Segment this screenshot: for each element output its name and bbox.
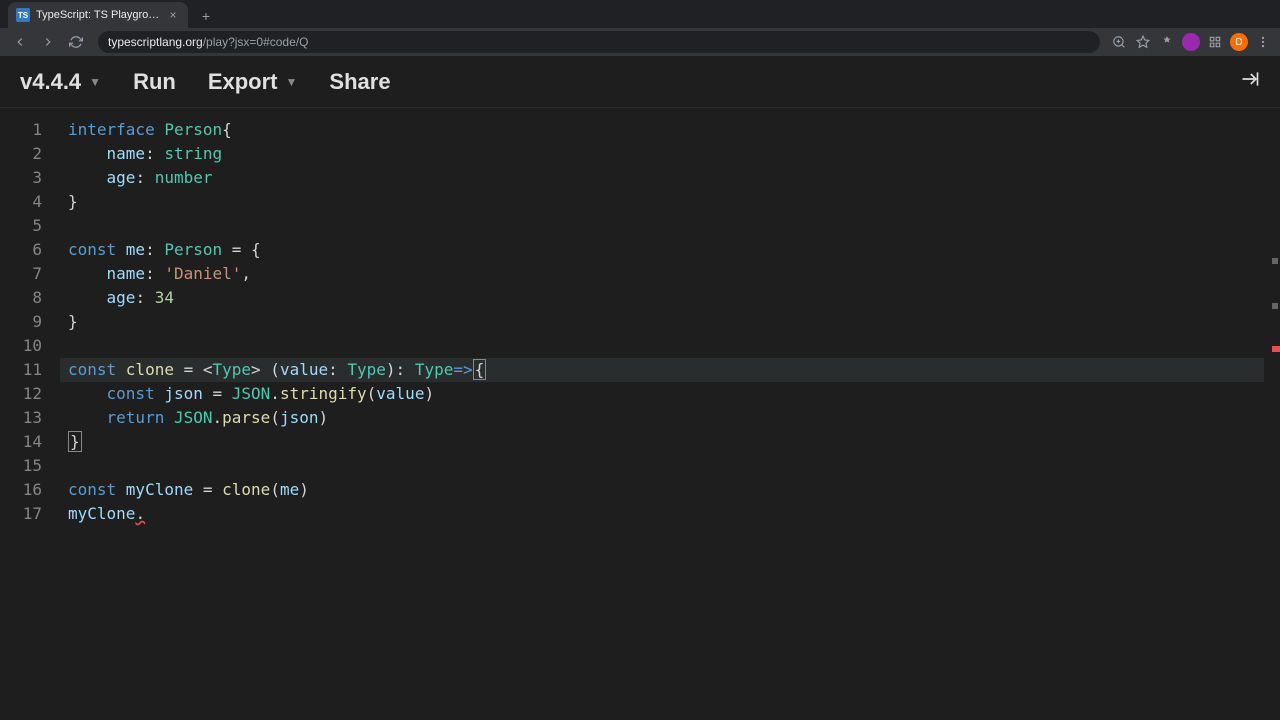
- line-number: 6: [0, 238, 60, 262]
- code-line[interactable]: const myClone = clone(me): [60, 478, 1264, 502]
- menu-icon[interactable]: [1254, 33, 1272, 51]
- code-line[interactable]: }: [60, 190, 1264, 214]
- code-line[interactable]: [60, 214, 1264, 238]
- minimap-marker: [1272, 303, 1278, 309]
- minimap-marker: [1272, 258, 1278, 264]
- code-line[interactable]: age: 34: [60, 286, 1264, 310]
- line-number: 11: [0, 358, 60, 382]
- line-number: 3: [0, 166, 60, 190]
- version-label: v4.4.4: [20, 69, 81, 95]
- reload-button[interactable]: [64, 30, 88, 54]
- line-number: 9: [0, 310, 60, 334]
- line-number: 13: [0, 406, 60, 430]
- zoom-icon[interactable]: [1110, 33, 1128, 51]
- code-area[interactable]: interface Person{ name: string age: numb…: [60, 108, 1264, 720]
- line-number: 7: [0, 262, 60, 286]
- collapse-panel-button[interactable]: [1240, 69, 1260, 94]
- code-line[interactable]: }: [60, 430, 1264, 454]
- run-button[interactable]: Run: [133, 69, 176, 95]
- url-bar[interactable]: typescriptlang.org/play?jsx=0#code/Q: [98, 31, 1100, 53]
- line-number: 16: [0, 478, 60, 502]
- version-selector[interactable]: v4.4.4 ▼: [20, 69, 101, 95]
- browser-chrome: TS TypeScript: TS Playground - A × + typ…: [0, 0, 1280, 56]
- back-button[interactable]: [8, 30, 32, 54]
- extension-avatar[interactable]: [1182, 33, 1200, 51]
- chevron-down-icon: ▼: [286, 75, 298, 89]
- new-tab-button[interactable]: +: [194, 4, 218, 28]
- forward-button[interactable]: [36, 30, 60, 54]
- browser-tab[interactable]: TS TypeScript: TS Playground - A ×: [8, 2, 188, 28]
- code-line[interactable]: return JSON.parse(json): [60, 406, 1264, 430]
- line-gutter: 1234567891011121314151617: [0, 108, 60, 720]
- share-button[interactable]: Share: [329, 69, 390, 95]
- toolbar-right: D: [1110, 33, 1272, 51]
- code-line[interactable]: myClone.: [60, 502, 1264, 526]
- profile-avatar[interactable]: D: [1230, 33, 1248, 51]
- code-line[interactable]: [60, 334, 1264, 358]
- code-line[interactable]: name: string: [60, 142, 1264, 166]
- line-number: 17: [0, 502, 60, 526]
- bookmark-icon[interactable]: [1134, 33, 1152, 51]
- code-editor[interactable]: 1234567891011121314151617 interface Pers…: [0, 108, 1280, 720]
- line-number: 1: [0, 118, 60, 142]
- url-domain: typescriptlang.org: [108, 35, 203, 49]
- extension-icon[interactable]: [1158, 33, 1176, 51]
- line-number: 2: [0, 142, 60, 166]
- tab-bar: TS TypeScript: TS Playground - A × +: [0, 0, 1280, 28]
- code-line[interactable]: name: 'Daniel',: [60, 262, 1264, 286]
- code-line[interactable]: [60, 454, 1264, 478]
- line-number: 15: [0, 454, 60, 478]
- export-label: Export: [208, 69, 278, 95]
- line-number: 12: [0, 382, 60, 406]
- code-line[interactable]: const json = JSON.stringify(value): [60, 382, 1264, 406]
- line-number: 8: [0, 286, 60, 310]
- url-path: /play?jsx=0#code/Q: [203, 35, 309, 49]
- line-number: 10: [0, 334, 60, 358]
- chevron-down-icon: ▼: [89, 75, 101, 89]
- tab-title: TypeScript: TS Playground - A: [36, 9, 160, 21]
- code-line[interactable]: const me: Person = {: [60, 238, 1264, 262]
- code-line[interactable]: age: number: [60, 166, 1264, 190]
- code-line[interactable]: interface Person{: [60, 118, 1264, 142]
- line-number: 4: [0, 190, 60, 214]
- code-line[interactable]: const clone = <Type> (value: Type): Type…: [60, 358, 1264, 382]
- code-line[interactable]: }: [60, 310, 1264, 334]
- close-tab-icon[interactable]: ×: [166, 8, 180, 22]
- typescript-favicon: TS: [16, 8, 30, 22]
- nav-bar: typescriptlang.org/play?jsx=0#code/Q D: [0, 28, 1280, 56]
- line-number: 5: [0, 214, 60, 238]
- playground-toolbar: v4.4.4 ▼ Run Export ▼ Share: [0, 56, 1280, 108]
- extensions-icon[interactable]: [1206, 33, 1224, 51]
- overview-ruler[interactable]: [1264, 108, 1280, 720]
- export-button[interactable]: Export ▼: [208, 69, 298, 95]
- line-number: 14: [0, 430, 60, 454]
- error-marker: [1272, 346, 1280, 352]
